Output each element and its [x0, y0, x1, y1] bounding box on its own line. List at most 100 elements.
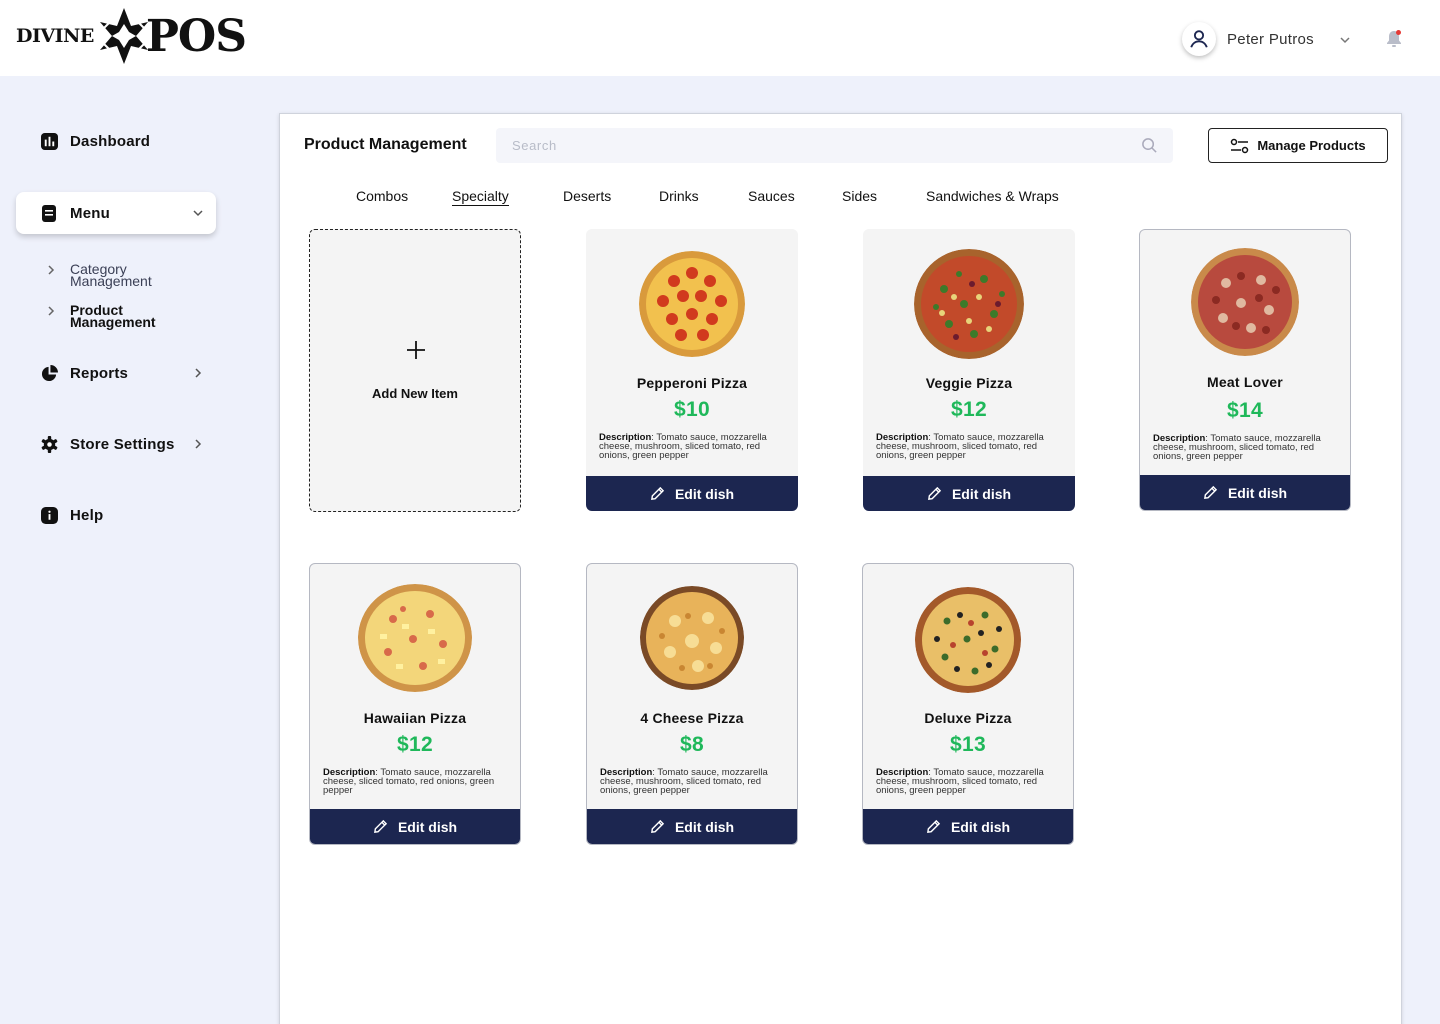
- sidebar-item-label: Reports: [70, 364, 129, 382]
- manage-products-label: Manage Products: [1257, 138, 1366, 153]
- search-icon[interactable]: [1141, 137, 1158, 154]
- edit-dish-button[interactable]: Edit dish: [310, 809, 520, 844]
- sidebar-item-label: Menu: [70, 204, 110, 222]
- menu-row: Menu: [40, 204, 203, 222]
- product-name: Deluxe Pizza: [924, 710, 1012, 726]
- chevron-right-icon: [195, 439, 202, 449]
- tab-sandwiches-wraps[interactable]: Sandwiches & Wraps: [926, 188, 1059, 204]
- sidebar-item-label: Help: [70, 506, 104, 524]
- plus-icon: [407, 341, 425, 359]
- menu-book-icon: [40, 204, 58, 222]
- chevron-right-icon: [48, 306, 55, 316]
- sidebar-item-label: Dashboard: [70, 132, 151, 150]
- tab-drinks[interactable]: Drinks: [659, 188, 699, 204]
- product-description: Description: Tomato sauce, mozzarella ch…: [1153, 434, 1343, 462]
- subitem-label: Product Management: [70, 302, 156, 330]
- edit-dish-label: Edit dish: [674, 485, 735, 502]
- four-cheese-pizza-image: [640, 586, 744, 690]
- product-card: Hawaiian Pizza $12 Description: Tomato s…: [309, 563, 521, 845]
- sidebar-item-label: Store Settings: [70, 435, 175, 453]
- edit-dish-label: Edit dish: [1227, 484, 1288, 501]
- bell-icon[interactable]: [1385, 29, 1403, 49]
- chevron-right-icon: [195, 368, 202, 378]
- search-bar: [496, 128, 1173, 163]
- edit-dish-label: Edit dish: [674, 818, 735, 835]
- edit-dish-button[interactable]: Edit dish: [863, 809, 1073, 844]
- product-description: Description: Tomato sauce, mozzarella ch…: [599, 433, 789, 461]
- product-description: Description: Tomato sauce, mozzarella ch…: [876, 768, 1066, 796]
- edit-dish-label: Edit dish: [397, 818, 458, 835]
- search-input[interactable]: [496, 128, 1136, 163]
- sliders-icon: [1230, 138, 1249, 154]
- tab-deserts[interactable]: Deserts: [563, 188, 611, 204]
- product-name: Pepperoni Pizza: [636, 375, 748, 391]
- product-panel: Product Management Manage Products Combo…: [279, 113, 1402, 1024]
- product-price: $8: [680, 733, 704, 756]
- add-new-item-card[interactable]: Add New Item: [309, 229, 521, 512]
- category-tabs: Combos Specialty Deserts Drinks Sauces S…: [280, 188, 1401, 212]
- user-icon: [1190, 30, 1208, 48]
- top-bar: DIVINE POS Peter Putros: [0, 0, 1440, 76]
- brand-word-pos: POS: [145, 10, 247, 62]
- sidebar-item-reports[interactable]: Reports: [40, 364, 202, 382]
- pepperoni-pizza-image: [639, 251, 745, 357]
- avatar[interactable]: [1182, 22, 1216, 56]
- chevron-right-icon: [48, 265, 55, 275]
- pencil-icon: [1203, 485, 1218, 500]
- hawaiian-pizza-image: [358, 584, 472, 692]
- product-name: Veggie Pizza: [925, 375, 1013, 391]
- veggie-pizza-image: [914, 249, 1024, 359]
- tab-specialty[interactable]: Specialty: [452, 188, 509, 206]
- chevron-down-icon[interactable]: [192, 207, 204, 219]
- user-name: Peter Putros: [1227, 30, 1314, 48]
- brand-logo[interactable]: DIVINE POS: [16, 6, 247, 66]
- product-price: $12: [397, 733, 433, 756]
- product-card: Pepperoni Pizza $10 Description: Tomato …: [586, 229, 798, 511]
- page-title: Product Management: [304, 136, 467, 153]
- info-icon: [40, 506, 58, 524]
- tab-sauces[interactable]: Sauces: [748, 188, 795, 204]
- edit-dish-button[interactable]: Edit dish: [863, 476, 1075, 511]
- pencil-icon: [373, 819, 388, 834]
- sidebar-item-dashboard[interactable]: Dashboard: [40, 132, 150, 150]
- tab-sides[interactable]: Sides: [842, 188, 877, 204]
- tab-combos[interactable]: Combos: [356, 188, 408, 204]
- star-logo-icon: [99, 8, 148, 64]
- sidebar-item-menu[interactable]: Menu: [16, 192, 216, 234]
- edit-dish-label: Edit dish: [950, 818, 1011, 835]
- pie-chart-icon: [40, 364, 58, 382]
- chevron-down-icon[interactable]: [1339, 34, 1351, 46]
- product-card: Meat Lover $14 Description: Tomato sauce…: [1139, 229, 1351, 511]
- edit-dish-button[interactable]: Edit dish: [1140, 475, 1350, 510]
- product-price: $13: [950, 733, 986, 756]
- edit-dish-button[interactable]: Edit dish: [586, 476, 798, 511]
- pencil-icon: [927, 486, 942, 501]
- edit-dish-button[interactable]: Edit dish: [587, 809, 797, 844]
- pencil-icon: [650, 819, 665, 834]
- product-price: $12: [951, 398, 987, 421]
- product-price: $10: [674, 398, 710, 421]
- pencil-icon: [650, 486, 665, 501]
- sidebar-subitem-product-management[interactable]: Product Management: [46, 302, 170, 330]
- product-card: Veggie Pizza $12 Description: Tomato sau…: [863, 229, 1075, 511]
- add-new-item-label: Add New Item: [372, 386, 458, 401]
- dashboard-icon: [40, 132, 58, 150]
- product-description: Description: Tomato sauce, mozzarella ch…: [600, 768, 790, 796]
- edit-dish-label: Edit dish: [951, 485, 1012, 502]
- subitem-label: Category Management: [70, 261, 152, 289]
- product-name: Hawaiian Pizza: [363, 710, 467, 726]
- sidebar-item-store-settings[interactable]: Store Settings: [40, 435, 202, 453]
- brand-word-divine: DIVINE: [16, 25, 94, 47]
- sidebar-item-help[interactable]: Help: [40, 506, 103, 524]
- product-name: 4 Cheese Pizza: [640, 710, 744, 726]
- product-card: 4 Cheese Pizza $8 Description: Tomato sa…: [586, 563, 798, 845]
- product-card: Deluxe Pizza $13 Description: Tomato sau…: [862, 563, 1074, 845]
- product-name: Meat Lover: [1207, 374, 1283, 390]
- deluxe-pizza-image: [915, 587, 1021, 693]
- user-menu[interactable]: Peter Putros: [1182, 22, 1350, 56]
- product-price: $14: [1227, 399, 1263, 422]
- gear-icon: [40, 435, 58, 453]
- manage-products-button[interactable]: Manage Products: [1208, 128, 1388, 163]
- pencil-icon: [926, 819, 941, 834]
- sidebar-subitem-category-management[interactable]: Category Management: [46, 261, 180, 289]
